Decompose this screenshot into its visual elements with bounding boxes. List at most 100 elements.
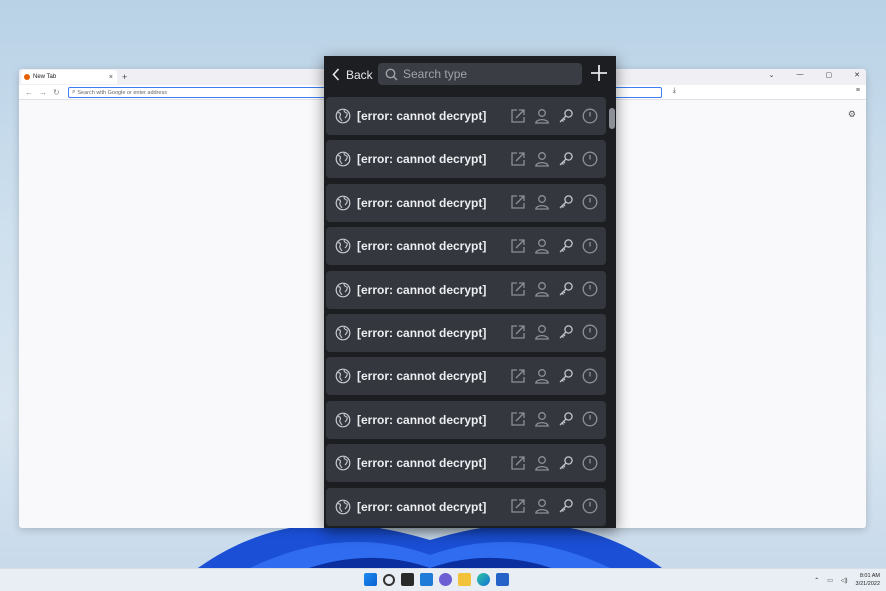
clock-icon[interactable] [581,107,598,124]
globe-icon [335,238,351,254]
add-item-button[interactable] [590,64,608,87]
search-icon: ⌕ [72,89,76,95]
entry-label: [error: cannot decrypt] [357,499,487,514]
volume-icon[interactable]: ◁) [841,577,848,584]
clock-icon[interactable] [581,237,598,254]
task-view-icon[interactable] [401,573,414,586]
search-type-input[interactable]: Search type [378,63,582,85]
reload-icon[interactable]: ↻ [53,88,60,97]
share-icon[interactable] [509,324,526,341]
clock-icon[interactable] [581,324,598,341]
maximize-button[interactable]: ▢ [826,71,833,79]
clock-icon[interactable] [581,367,598,384]
entry-label: [error: cannot decrypt] [357,152,487,167]
list-item[interactable]: [error: cannot decrypt] [326,444,606,483]
share-icon[interactable] [509,498,526,515]
clock-icon[interactable] [581,411,598,428]
back-button[interactable]: Back [332,68,373,82]
list-item[interactable]: [error: cannot decrypt] [326,97,606,135]
key-icon[interactable] [557,411,574,428]
chevron-left-icon [332,68,340,81]
key-icon[interactable] [557,498,574,515]
entry-label: [error: cannot decrypt] [357,239,487,254]
clock-icon[interactable] [581,454,598,471]
tab-new-tab[interactable]: New Tab × [21,70,117,84]
network-icon[interactable]: ▭ [827,577,833,584]
widgets-icon[interactable] [420,573,433,586]
entry-label: [error: cannot decrypt] [357,325,487,340]
share-icon[interactable] [509,281,526,298]
key-icon[interactable] [557,454,574,471]
plus-icon [591,65,607,81]
entry-actions [509,367,598,384]
forward-arrow-icon[interactable]: → [39,88,47,97]
key-icon[interactable] [557,237,574,254]
list-item[interactable]: [error: cannot decrypt] [326,270,606,309]
user-icon[interactable] [533,498,550,515]
user-icon[interactable] [533,237,550,254]
address-bar-placeholder: Search with Google or enter address [77,89,167,96]
share-icon[interactable] [509,237,526,254]
user-icon[interactable] [533,107,550,124]
list-item[interactable]: [error: cannot decrypt] [326,313,606,352]
user-icon[interactable] [533,454,550,471]
key-icon[interactable] [557,367,574,384]
chevron-up-icon[interactable]: ⌃ [814,577,819,584]
clock-icon[interactable] [581,498,598,515]
clock-time: 8:01 AM [859,573,880,579]
key-icon[interactable] [557,150,574,167]
list-item[interactable]: [error: cannot decrypt] [326,183,606,222]
scrollbar[interactable] [608,97,615,525]
system-tray: ⌃ ▭ ◁) 8:01 AM 3/21/2022 [814,572,880,588]
share-icon[interactable] [509,367,526,384]
globe-icon [335,368,351,384]
entry-actions [509,237,598,254]
store-icon[interactable] [496,573,509,586]
scrollbar-thumb[interactable] [609,108,615,129]
share-icon[interactable] [509,411,526,428]
clock[interactable]: 8:01 AM 3/21/2022 [856,572,880,588]
search-icon[interactable] [383,574,395,586]
close-window-button[interactable]: ✕ [854,71,860,79]
user-icon[interactable] [533,324,550,341]
start-icon[interactable] [364,573,377,586]
user-icon[interactable] [533,367,550,384]
share-icon[interactable] [509,194,526,211]
clock-icon[interactable] [581,150,598,167]
user-icon[interactable] [533,281,550,298]
list-item[interactable]: [error: cannot decrypt] [326,487,606,526]
list-item[interactable]: [error: cannot decrypt] [326,140,606,179]
clock-icon[interactable] [581,281,598,298]
tab-close-icon[interactable]: × [109,74,113,81]
key-icon[interactable] [557,194,574,211]
search-icon [385,68,398,81]
minimize-button[interactable]: — [797,71,804,79]
list-item[interactable]: [error: cannot decrypt] [326,400,606,439]
file-explorer-icon[interactable] [458,573,471,586]
new-tab-button[interactable]: + [122,72,127,82]
key-icon[interactable] [557,281,574,298]
share-icon[interactable] [509,454,526,471]
list-item[interactable]: [error: cannot decrypt] [326,227,606,266]
list-item[interactable]: [error: cannot decrypt] [326,357,606,396]
list-all-tabs-icon[interactable]: ⌄ [769,71,775,79]
key-icon[interactable] [557,324,574,341]
share-icon[interactable] [509,107,526,124]
user-icon[interactable] [533,150,550,167]
edge-icon[interactable] [477,573,490,586]
share-icon[interactable] [509,150,526,167]
entry-actions [509,498,598,515]
clock-icon[interactable] [581,194,598,211]
user-icon[interactable] [533,411,550,428]
chat-icon[interactable] [439,573,452,586]
key-icon[interactable] [557,107,574,124]
entry-label: [error: cannot decrypt] [357,412,487,427]
entry-actions [509,324,598,341]
user-icon[interactable] [533,194,550,211]
back-label: Back [346,67,373,82]
back-arrow-icon[interactable]: ← [25,88,33,97]
menu-icon[interactable]: ≡ [856,87,860,95]
settings-gear-icon[interactable]: ⚙ [848,109,856,120]
entry-label: [error: cannot decrypt] [357,195,487,210]
downloads-icon[interactable]: ⤓ [673,87,676,95]
